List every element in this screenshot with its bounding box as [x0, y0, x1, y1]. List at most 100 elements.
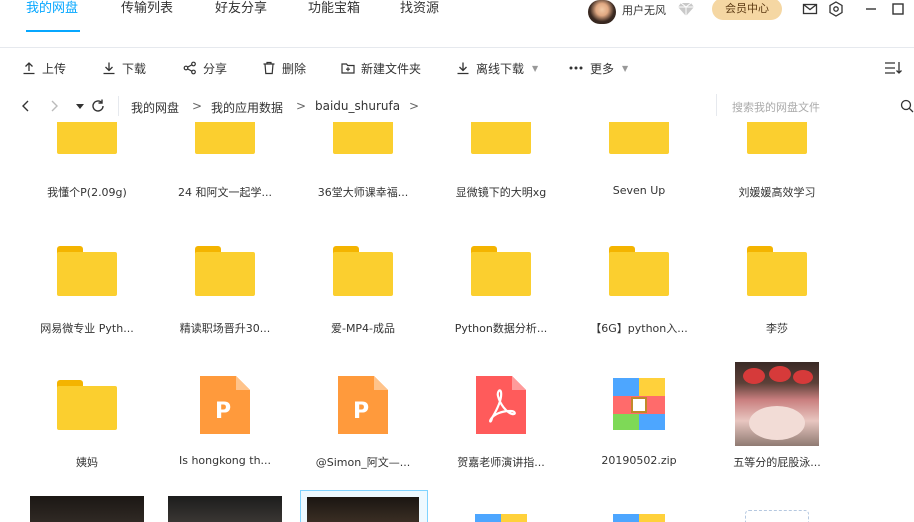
folder-icon	[609, 122, 669, 154]
file-tile[interactable]: 24 和阿文一起学...	[156, 122, 294, 234]
more-label: 更多	[590, 61, 615, 76]
file-name: Is hongkong th...	[178, 454, 272, 467]
divider	[118, 96, 119, 116]
new-folder-button[interactable]: 新建文件夹	[341, 58, 421, 78]
more-button[interactable]: 更多 ▼	[568, 58, 628, 78]
tab-my-disk[interactable]: 我的网盘	[26, 0, 78, 30]
tab-toolbox[interactable]: 功能宝箱	[308, 0, 360, 30]
tab-friend-share[interactable]: 好友分享	[215, 0, 267, 30]
folder-icon	[747, 122, 807, 154]
upload-label: 上传	[42, 61, 67, 76]
folder-icon	[57, 246, 117, 296]
file-tile[interactable]: 36堂大师课幸福...	[294, 122, 432, 234]
file-tile[interactable]: Seven Up	[570, 122, 708, 234]
offline-download-button[interactable]: 离线下载 ▼	[456, 58, 538, 78]
download-icon	[103, 62, 115, 75]
settings-icon[interactable]	[828, 1, 844, 17]
forward-arrow-icon[interactable]	[46, 98, 62, 114]
delete-label: 删除	[282, 61, 307, 76]
file-tile[interactable]: 五等分的屁股泳...	[708, 362, 846, 482]
file-name: 显微镜下的大明xg	[455, 186, 547, 199]
new-folder-label: 新建文件夹	[361, 61, 422, 76]
folder-icon	[471, 246, 531, 296]
file-tile[interactable]: 20190502.zip	[570, 376, 708, 496]
ppt-letter: P	[215, 399, 231, 424]
more-dots-icon	[569, 66, 583, 70]
file-name: Python数据分析...	[454, 322, 548, 335]
video-thumbnail	[307, 497, 419, 522]
share-icon	[183, 61, 196, 75]
upload-placeholder-tile[interactable]	[745, 510, 809, 522]
file-tile[interactable]: 姨妈	[18, 380, 156, 500]
file-name: 我懂个P(2.09g)	[47, 186, 127, 199]
file-name: Seven Up	[612, 184, 666, 197]
history-dropdown-icon[interactable]	[72, 98, 88, 114]
file-name: 网易微专业 Pyth...	[40, 322, 134, 335]
file-tile[interactable]: 刘媛媛高效学习	[708, 122, 846, 234]
file-tile[interactable]: Python数据分析...	[432, 246, 570, 366]
delete-button[interactable]: 删除	[262, 58, 306, 78]
file-tile[interactable]: 显微镜下的大明xg	[432, 122, 570, 234]
dropdown-arrow-icon[interactable]: ▼	[622, 64, 628, 73]
file-tile[interactable]: 爱-MP4-成品	[294, 246, 432, 366]
zip-file-icon[interactable]	[474, 512, 528, 522]
minimize-icon[interactable]	[863, 1, 879, 17]
ppt-file-icon: P	[200, 376, 250, 434]
crumb-app-data[interactable]: 我的应用数据	[211, 99, 283, 116]
pdf-file-icon	[476, 376, 526, 434]
file-tile[interactable]: 贺嘉老师演讲指...	[432, 374, 570, 494]
file-tile[interactable]: 李莎	[708, 246, 846, 366]
new-folder-icon	[341, 63, 355, 74]
selected-file-tile[interactable]	[300, 490, 428, 522]
file-tile[interactable]: 网易微专业 Pyth...	[18, 246, 156, 366]
file-tile[interactable]: P Is hongkong th...	[156, 374, 294, 494]
refresh-icon[interactable]	[90, 98, 106, 114]
diamond-icon	[678, 2, 694, 16]
upload-icon	[23, 62, 35, 75]
crumb-my-disk[interactable]: 我的网盘	[131, 99, 179, 116]
folder-icon	[333, 122, 393, 154]
ppt-letter: P	[353, 399, 369, 424]
active-tab-indicator	[26, 30, 80, 32]
file-tile[interactable]: 【6G】python入...	[570, 246, 708, 366]
crumb-separator: >	[296, 99, 307, 113]
avatar[interactable]	[588, 0, 616, 24]
file-name: 贺嘉老师演讲指...	[457, 456, 545, 469]
trash-icon	[263, 61, 275, 75]
video-thumbnail[interactable]	[30, 496, 144, 522]
file-name: @Simon_阿文—...	[315, 456, 411, 469]
folder-icon	[471, 122, 531, 154]
zip-file-icon[interactable]	[612, 512, 666, 522]
search-icon[interactable]	[900, 99, 914, 113]
folder-icon	[195, 246, 255, 296]
tab-transfer-list[interactable]: 传输列表	[121, 0, 173, 30]
offline-download-label: 离线下载	[476, 61, 525, 76]
video-thumbnail[interactable]	[168, 496, 282, 522]
crumb-separator: >	[409, 99, 420, 113]
share-label: 分享	[203, 61, 228, 76]
search-input[interactable]: 搜索我的网盘文件	[732, 99, 820, 115]
file-name: 24 和阿文一起学...	[178, 186, 272, 199]
dropdown-arrow-icon[interactable]: ▼	[532, 64, 538, 73]
vip-center-button[interactable]: 会员中心	[712, 0, 782, 20]
crumb-baidu-shurufa[interactable]: baidu_shurufa	[315, 99, 400, 113]
offline-download-icon	[457, 62, 469, 75]
file-tile[interactable]: 精读职场晋升30...	[156, 246, 294, 366]
file-name: 五等分的屁股泳...	[733, 456, 821, 469]
file-name: 刘媛媛高效学习	[738, 186, 816, 199]
toolbar: 上传 下载 分享 删除 新建文件夹 离线下载 ▼ 更多 ▼	[0, 47, 914, 88]
download-button[interactable]: 下载	[102, 58, 146, 78]
username[interactable]: 用户无风	[622, 2, 666, 18]
upload-button[interactable]: 上传	[22, 58, 66, 78]
file-name: 爱-MP4-成品	[330, 322, 396, 335]
mail-icon[interactable]	[802, 1, 818, 17]
maximize-icon[interactable]	[890, 1, 906, 17]
file-tile[interactable]: 我懂个P(2.09g)	[18, 122, 156, 234]
back-arrow-icon[interactable]	[18, 98, 34, 114]
file-name: 李莎	[766, 322, 788, 335]
sort-icon[interactable]	[884, 60, 902, 76]
tab-find-resources[interactable]: 找资源	[400, 0, 439, 30]
file-tile[interactable]: P @Simon_阿文—...	[294, 374, 432, 494]
ppt-file-icon: P	[338, 376, 388, 434]
share-button[interactable]: 分享	[183, 58, 227, 78]
